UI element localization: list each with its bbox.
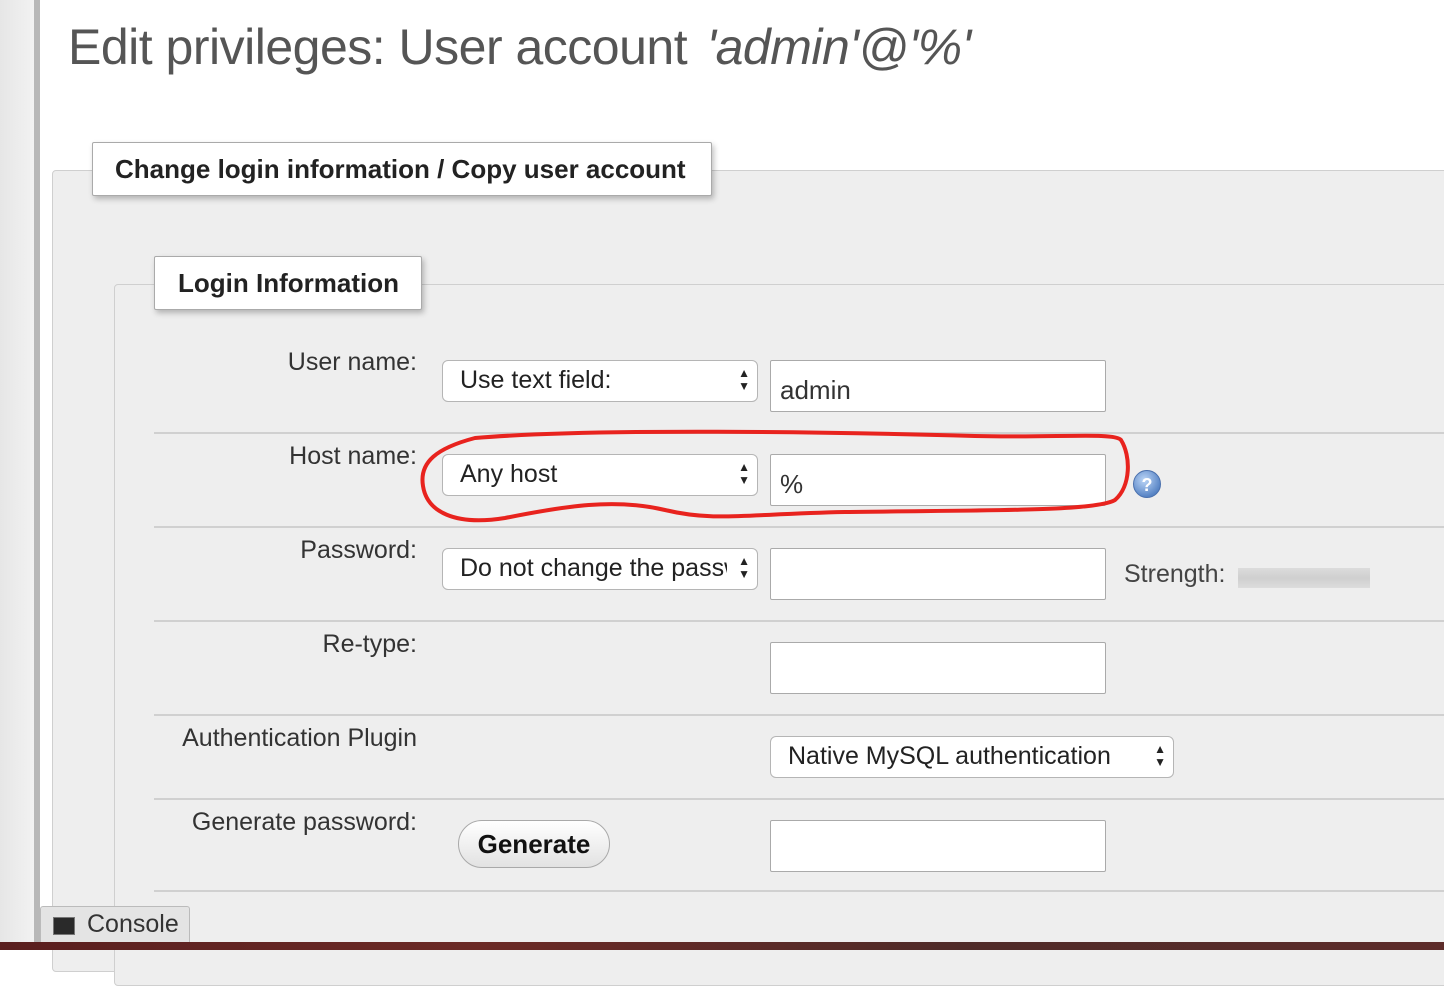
login-information-legend: Login Information: [154, 256, 422, 310]
hostname-input[interactable]: [770, 454, 1106, 506]
row-divider: [154, 526, 1444, 528]
password-change-select[interactable]: Do not change the password ▲▼: [442, 548, 758, 590]
password-label: Password:: [300, 536, 417, 564]
password-strength-label: Strength:: [1124, 560, 1226, 588]
generate-button[interactable]: Generate: [458, 820, 610, 868]
updown-arrows-icon: ▲ ▼: [738, 460, 750, 487]
generate-password-label: Generate password:: [191, 808, 417, 836]
row-divider: [154, 798, 1444, 800]
hostname-label: Host name:: [289, 442, 417, 470]
page-title-account: 'admin'@'%': [706, 19, 972, 75]
row-divider: [154, 620, 1444, 622]
password-strength-meter: [1238, 568, 1370, 588]
username-type-select-value: Use text field:: [460, 366, 612, 394]
retype-label: Re-type:: [322, 630, 417, 658]
console-label: Console: [87, 910, 179, 938]
hostname-type-select-value: Any host: [460, 460, 558, 488]
updown-arrows-icon: ▲ ▼: [1154, 742, 1166, 769]
help-icon[interactable]: ?: [1133, 470, 1161, 498]
generated-password-input[interactable]: [770, 820, 1106, 872]
row-divider: [154, 714, 1444, 716]
username-label: User name:: [287, 348, 417, 376]
retype-password-input[interactable]: [770, 642, 1106, 694]
row-divider: [154, 432, 1444, 434]
username-type-select[interactable]: Use text field: ▲ ▼: [442, 360, 758, 402]
change-login-legend: Change login information / Copy user acc…: [92, 142, 712, 196]
auth-plugin-label: Authentication Plugin: [182, 724, 417, 752]
password-change-select-value: Do not change the password: [460, 554, 727, 582]
updown-arrows-icon: ▲ ▼: [738, 554, 750, 581]
password-input[interactable]: [770, 548, 1106, 600]
console-icon: [53, 917, 75, 935]
username-input[interactable]: [770, 360, 1106, 412]
auth-plugin-select[interactable]: Native MySQL authentication ▲ ▼: [770, 736, 1174, 778]
panel-resize-handle[interactable]: [34, 0, 40, 942]
bottom-edge: [0, 942, 1444, 950]
updown-arrows-icon: ▲ ▼: [738, 366, 750, 393]
page-title-text: Edit privileges: User account: [68, 19, 688, 75]
page-title: Edit privileges: User account 'admin'@'%…: [68, 18, 971, 76]
hostname-type-select[interactable]: Any host ▲ ▼: [442, 454, 758, 496]
navigation-panel-edge: [0, 0, 34, 942]
auth-plugin-select-value: Native MySQL authentication: [788, 742, 1111, 770]
row-divider: [154, 890, 1444, 892]
console-tab[interactable]: Console: [40, 906, 190, 944]
